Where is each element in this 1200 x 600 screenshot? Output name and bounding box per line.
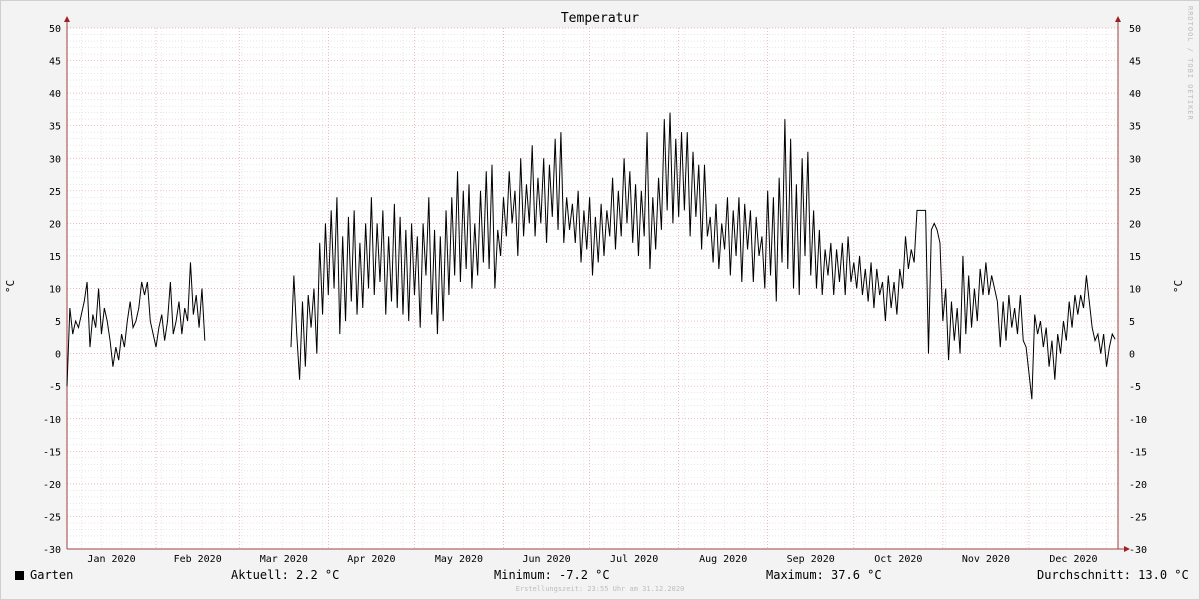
y-tick-label-right: -20 <box>1129 480 1147 491</box>
y-tick-label-left: 15 <box>49 252 61 263</box>
x-tick-label: Oct 2020 <box>874 554 922 565</box>
temperature-chart: -30 -30 -25 -25 -20 -20 -15 -15 -10 -10 -5 -5 0 0 5 5 10… <box>43 16 1147 565</box>
y-tick-label-left: -5 <box>49 382 61 393</box>
x-tick-label: May 2020 <box>435 554 483 565</box>
x-tick-label: Sep 2020 <box>787 554 835 565</box>
y-tick-label-right: 25 <box>1129 187 1141 198</box>
x-tick-label: Apr 2020 <box>347 554 395 565</box>
y-tick-label-right: 50 <box>1129 24 1141 35</box>
x-tick-label: Jan 2020 <box>87 554 135 565</box>
y-tick-label-right: 5 <box>1129 317 1135 328</box>
y-tick-label-left: 35 <box>49 122 61 133</box>
legend: Garten <box>15 568 73 582</box>
y-tick-label-right: 40 <box>1129 89 1141 100</box>
x-tick-label: Dec 2020 <box>1049 554 1097 565</box>
legend-swatch <box>15 571 24 580</box>
x-tick-label: Jul 2020 <box>610 554 658 565</box>
y-tick-label-left: 10 <box>49 285 61 296</box>
x-tick-label: Feb 2020 <box>174 554 222 565</box>
y-tick-label-right: 20 <box>1129 219 1141 230</box>
y-tick-label-left: -20 <box>43 480 61 491</box>
y-tick-label-right: 15 <box>1129 252 1141 263</box>
y-tick-label-left: 30 <box>49 154 61 165</box>
x-tick-label: Mar 2020 <box>260 554 308 565</box>
stat-minimum: Minimum: -7.2 °C <box>494 568 610 582</box>
y-tick-label-right: -10 <box>1129 415 1147 426</box>
legend-label: Garten <box>30 568 74 582</box>
y-tick-label-left: 5 <box>55 317 61 328</box>
y-tick-label-left: -15 <box>43 447 61 458</box>
x-tick-label: Jun 2020 <box>522 554 570 565</box>
y-tick-label-right: 35 <box>1129 122 1141 133</box>
stat-maximum: Maximum: 37.6 °C <box>766 568 882 582</box>
y-tick-label-right: 10 <box>1129 285 1141 296</box>
y-tick-label-right: -30 <box>1129 545 1147 556</box>
x-tick-label: Aug 2020 <box>699 554 747 565</box>
y-tick-label-right: 45 <box>1129 57 1141 68</box>
creation-timestamp: Erstellungszeit: 23:55 Uhr am 31.12.2020 <box>515 585 685 593</box>
y-tick-label-left: -10 <box>43 415 61 426</box>
y-tick-label-right: 0 <box>1129 350 1135 361</box>
y-tick-label-left: 20 <box>49 219 61 230</box>
y-tick-label-right: -5 <box>1129 382 1141 393</box>
y-tick-label-left: -30 <box>43 545 61 556</box>
y-axis-arrow-left <box>64 16 70 22</box>
y-tick-label-left: 25 <box>49 187 61 198</box>
y-tick-label-left: -25 <box>43 512 61 523</box>
y-axis-arrow-right <box>1115 16 1121 22</box>
y-tick-label-left: 0 <box>55 350 61 361</box>
y-tick-label-right: 30 <box>1129 154 1141 165</box>
y-tick-label-left: 45 <box>49 57 61 68</box>
y-tick-label-left: 50 <box>49 24 61 35</box>
y-tick-label-right: -15 <box>1129 447 1147 458</box>
y-tick-label-left: 40 <box>49 89 61 100</box>
stat-current: Aktuell: 2.2 °C <box>231 568 340 582</box>
stat-average: Durchschnitt: 13.0 °C <box>1037 568 1189 582</box>
x-tick-label: Nov 2020 <box>962 554 1010 565</box>
y-tick-label-right: -25 <box>1129 512 1147 523</box>
